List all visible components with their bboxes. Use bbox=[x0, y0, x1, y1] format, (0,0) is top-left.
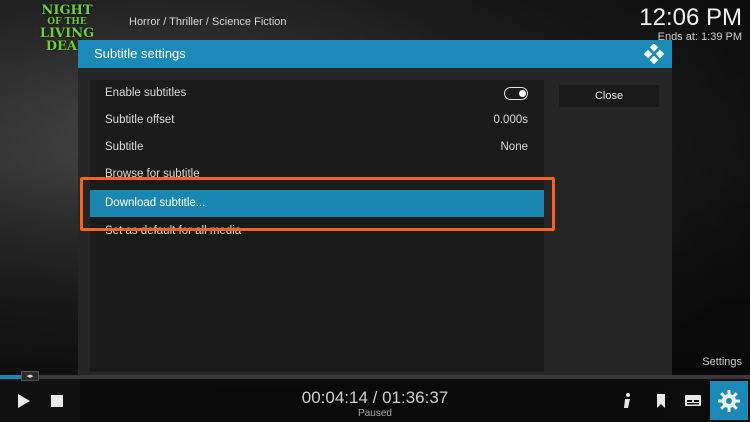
bookmark-icon[interactable] bbox=[652, 392, 670, 410]
subtitle-offset-item[interactable]: Subtitle offset 0.000s bbox=[90, 107, 544, 134]
dialog-title: Subtitle settings bbox=[94, 46, 186, 61]
dialog-header: Subtitle settings bbox=[78, 40, 672, 68]
subtitle-item[interactable]: Subtitle None bbox=[90, 134, 544, 161]
genre-breadcrumb: Horror / Thriller / Science Fiction bbox=[129, 16, 287, 28]
playback-time: 00:04:14 / 01:36:37 bbox=[301, 388, 449, 407]
subtitles-icon[interactable] bbox=[684, 392, 702, 410]
seek-handle[interactable]: ◂▸ bbox=[21, 371, 39, 381]
movie-logo: NIGHT OF THE LIVING DEAD bbox=[39, 3, 95, 54]
enable-subtitles-item[interactable]: Enable subtitles bbox=[90, 80, 544, 107]
settings-button[interactable] bbox=[710, 381, 748, 420]
info-icon[interactable] bbox=[618, 392, 636, 410]
playback-status: Paused bbox=[358, 408, 392, 419]
kodi-logo-icon bbox=[644, 44, 664, 64]
progress-bar[interactable] bbox=[0, 375, 750, 379]
settings-label: Settings bbox=[702, 356, 742, 368]
toggle-switch[interactable] bbox=[504, 87, 528, 100]
close-button[interactable]: Close bbox=[559, 85, 659, 107]
highlight-box bbox=[80, 177, 555, 231]
gear-icon bbox=[718, 390, 740, 412]
clock: 12:06 PM bbox=[639, 4, 742, 31]
